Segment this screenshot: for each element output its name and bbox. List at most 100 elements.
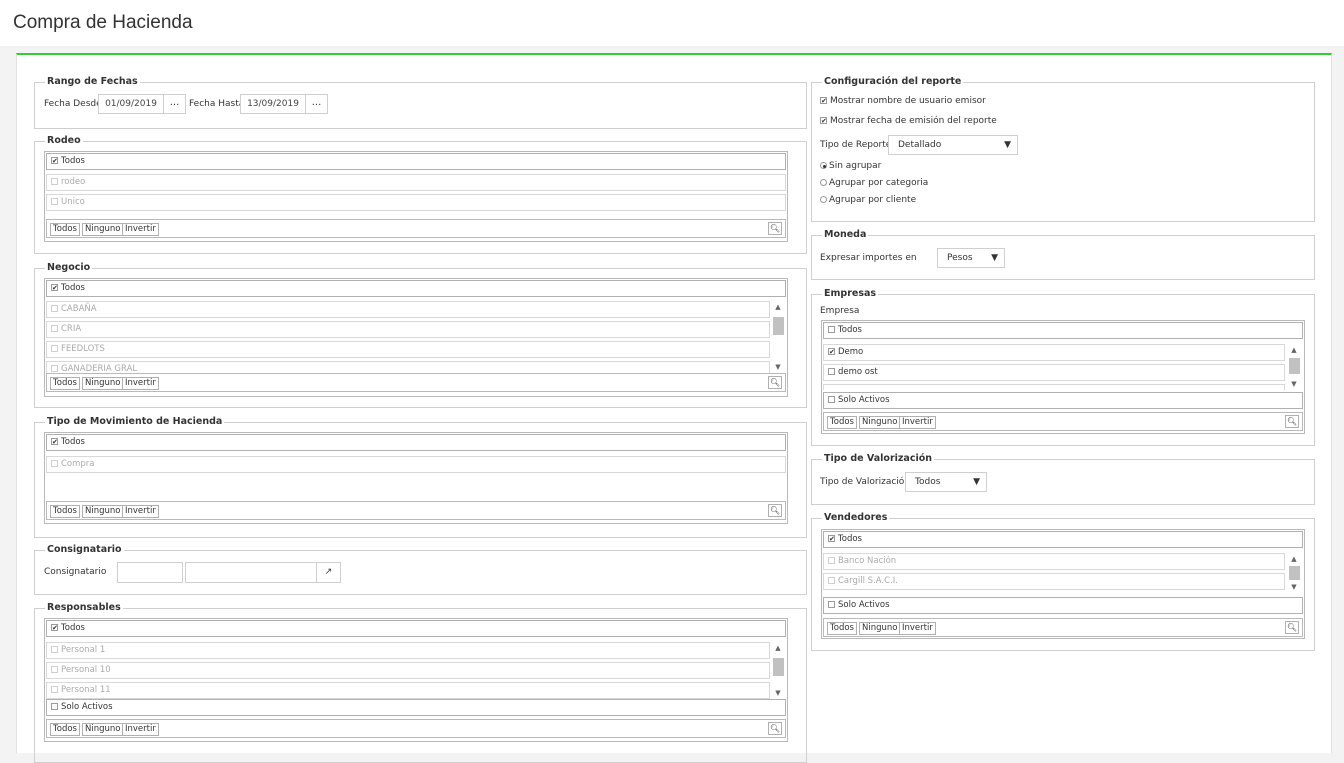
select-none-button[interactable]: Ninguno [859,416,901,429]
checkbox-icon[interactable] [828,601,835,608]
radio-sin-agrupar[interactable]: Sin agrupar [820,161,881,171]
invert-selection-button[interactable]: Invertir [899,416,936,429]
date-from-picker-button[interactable]: ... [163,94,186,114]
select-none-button[interactable]: Ninguno [82,223,124,236]
report-type-select[interactable]: Detallado ▼ [888,135,1018,155]
responsables-option[interactable]: Personal 1 [46,642,770,659]
checkbox-icon[interactable] [820,97,827,104]
scroll-up-icon[interactable]: ▲ [1287,344,1301,356]
checkbox-icon[interactable] [828,348,835,355]
checkbox-icon[interactable] [828,557,835,564]
responsables-option[interactable]: Personal 10 [46,662,770,679]
select-all-button[interactable]: Todos [827,622,857,635]
checkbox-icon[interactable] [51,365,58,372]
vendedores-option[interactable]: Banco Nación [823,553,1285,570]
radio-icon[interactable] [820,162,827,169]
empresas-scrollbar[interactable]: ▲ ▼ [1287,344,1301,390]
consignatario-code-input[interactable] [117,562,183,583]
checkbox-icon[interactable] [51,438,58,445]
vendedores-solo-activos[interactable]: Solo Activos [823,597,1303,614]
empresas-option[interactable]: Demo [823,344,1285,361]
invert-selection-button[interactable]: Invertir [122,505,159,518]
scroll-up-icon[interactable]: ▲ [771,301,785,313]
vendedores-scrollbar[interactable]: ▲ ▼ [1287,553,1301,593]
checkbox-icon[interactable] [51,198,58,205]
negocio-option[interactable]: CRIA [46,321,770,338]
radio-icon[interactable] [820,179,827,186]
invert-selection-button[interactable]: Invertir [122,223,159,236]
vendedores-option[interactable]: Cargill S.A.C.I. [823,573,1285,590]
moneda-select[interactable]: Pesos ▼ [937,248,1005,268]
radio-agrupar-cliente[interactable]: Agrupar por cliente [820,195,916,205]
negocio-option[interactable]: GANADERIA GRAL [46,361,770,373]
rodeo-option[interactable]: rodeo [46,174,786,191]
select-all-button[interactable]: Todos [827,416,857,429]
show-date-option[interactable]: Mostrar fecha de emisión del reporte [820,116,997,126]
select-none-button[interactable]: Ninguno [82,505,124,518]
empresas-solo-activos[interactable]: Solo Activos [823,392,1303,409]
valorizacion-select[interactable]: Todos ▼ [905,472,987,492]
date-to-picker-button[interactable]: ... [305,94,328,114]
select-none-button[interactable]: Ninguno [859,622,901,635]
rodeo-option[interactable]: Unico [46,194,786,211]
rodeo-all-option[interactable]: Todos [46,153,786,170]
invert-selection-button[interactable]: Invertir [899,622,936,635]
search-icon[interactable]: 🔍︎ [768,722,782,735]
negocio-option[interactable]: FEEDLOTS [46,341,770,358]
select-all-button[interactable]: Todos [50,505,80,518]
scroll-up-icon[interactable]: ▲ [1287,553,1301,565]
checkbox-icon[interactable] [51,686,58,693]
checkbox-icon[interactable] [828,368,835,375]
checkbox-icon[interactable] [828,396,835,403]
scroll-down-icon[interactable]: ▼ [1287,581,1301,593]
select-none-button[interactable]: Ninguno [82,723,124,736]
checkbox-icon[interactable] [51,325,58,332]
select-all-button[interactable]: Todos [50,223,80,236]
select-all-button[interactable]: Todos [50,377,80,390]
negocio-all-option[interactable]: Todos [46,280,786,297]
scroll-thumb[interactable] [1289,566,1300,580]
invert-selection-button[interactable]: Invertir [122,377,159,390]
scroll-thumb[interactable] [773,658,784,676]
empresas-option-partial[interactable] [823,384,1285,390]
checkbox-icon[interactable] [51,157,58,164]
responsables-solo-activos[interactable]: Solo Activos [46,699,786,716]
checkbox-icon[interactable] [51,646,58,653]
scroll-down-icon[interactable]: ▼ [771,687,785,699]
negocio-option[interactable]: CABAÑA [46,301,770,318]
search-icon[interactable]: 🔍︎ [768,376,782,389]
checkbox-icon[interactable] [51,666,58,673]
scroll-thumb[interactable] [1289,358,1300,374]
scroll-down-icon[interactable]: ▼ [771,361,785,373]
search-icon[interactable]: 🔍︎ [1285,621,1299,634]
checkbox-icon[interactable] [51,460,58,467]
checkbox-icon[interactable] [51,624,58,631]
checkbox-icon[interactable] [828,326,835,333]
radio-agrupar-categoria[interactable]: Agrupar por categoria [820,178,928,188]
empresas-option[interactable]: demo ost [823,364,1285,381]
show-user-option[interactable]: Mostrar nombre de usuario emisor [820,96,986,106]
checkbox-icon[interactable] [51,345,58,352]
select-all-button[interactable]: Todos [50,723,80,736]
empresas-all-option[interactable]: Todos [823,322,1303,339]
checkbox-icon[interactable] [828,577,835,584]
checkbox-icon[interactable] [51,284,58,291]
movimiento-all-option[interactable]: Todos [46,434,786,451]
search-icon[interactable]: 🔍︎ [768,504,782,517]
scroll-down-icon[interactable]: ▼ [1287,378,1301,390]
scroll-thumb[interactable] [773,317,784,335]
vendedores-all-option[interactable]: Todos [823,531,1303,548]
date-from-input[interactable]: 01/09/2019 [98,94,164,114]
checkbox-icon[interactable] [828,535,835,542]
responsables-option[interactable]: Personal 11 [46,682,770,699]
consignatario-name-input[interactable] [185,562,317,583]
movimiento-option[interactable]: Compra [46,456,786,473]
select-none-button[interactable]: Ninguno [82,377,124,390]
responsables-scrollbar[interactable]: ▲ ▼ [771,642,785,699]
responsables-all-option[interactable]: Todos [46,620,786,637]
radio-icon[interactable] [820,196,827,203]
negocio-scrollbar[interactable]: ▲ ▼ [771,301,785,373]
external-link-icon[interactable]: ↗ [316,562,341,583]
scroll-up-icon[interactable]: ▲ [771,642,785,654]
checkbox-icon[interactable] [51,305,58,312]
